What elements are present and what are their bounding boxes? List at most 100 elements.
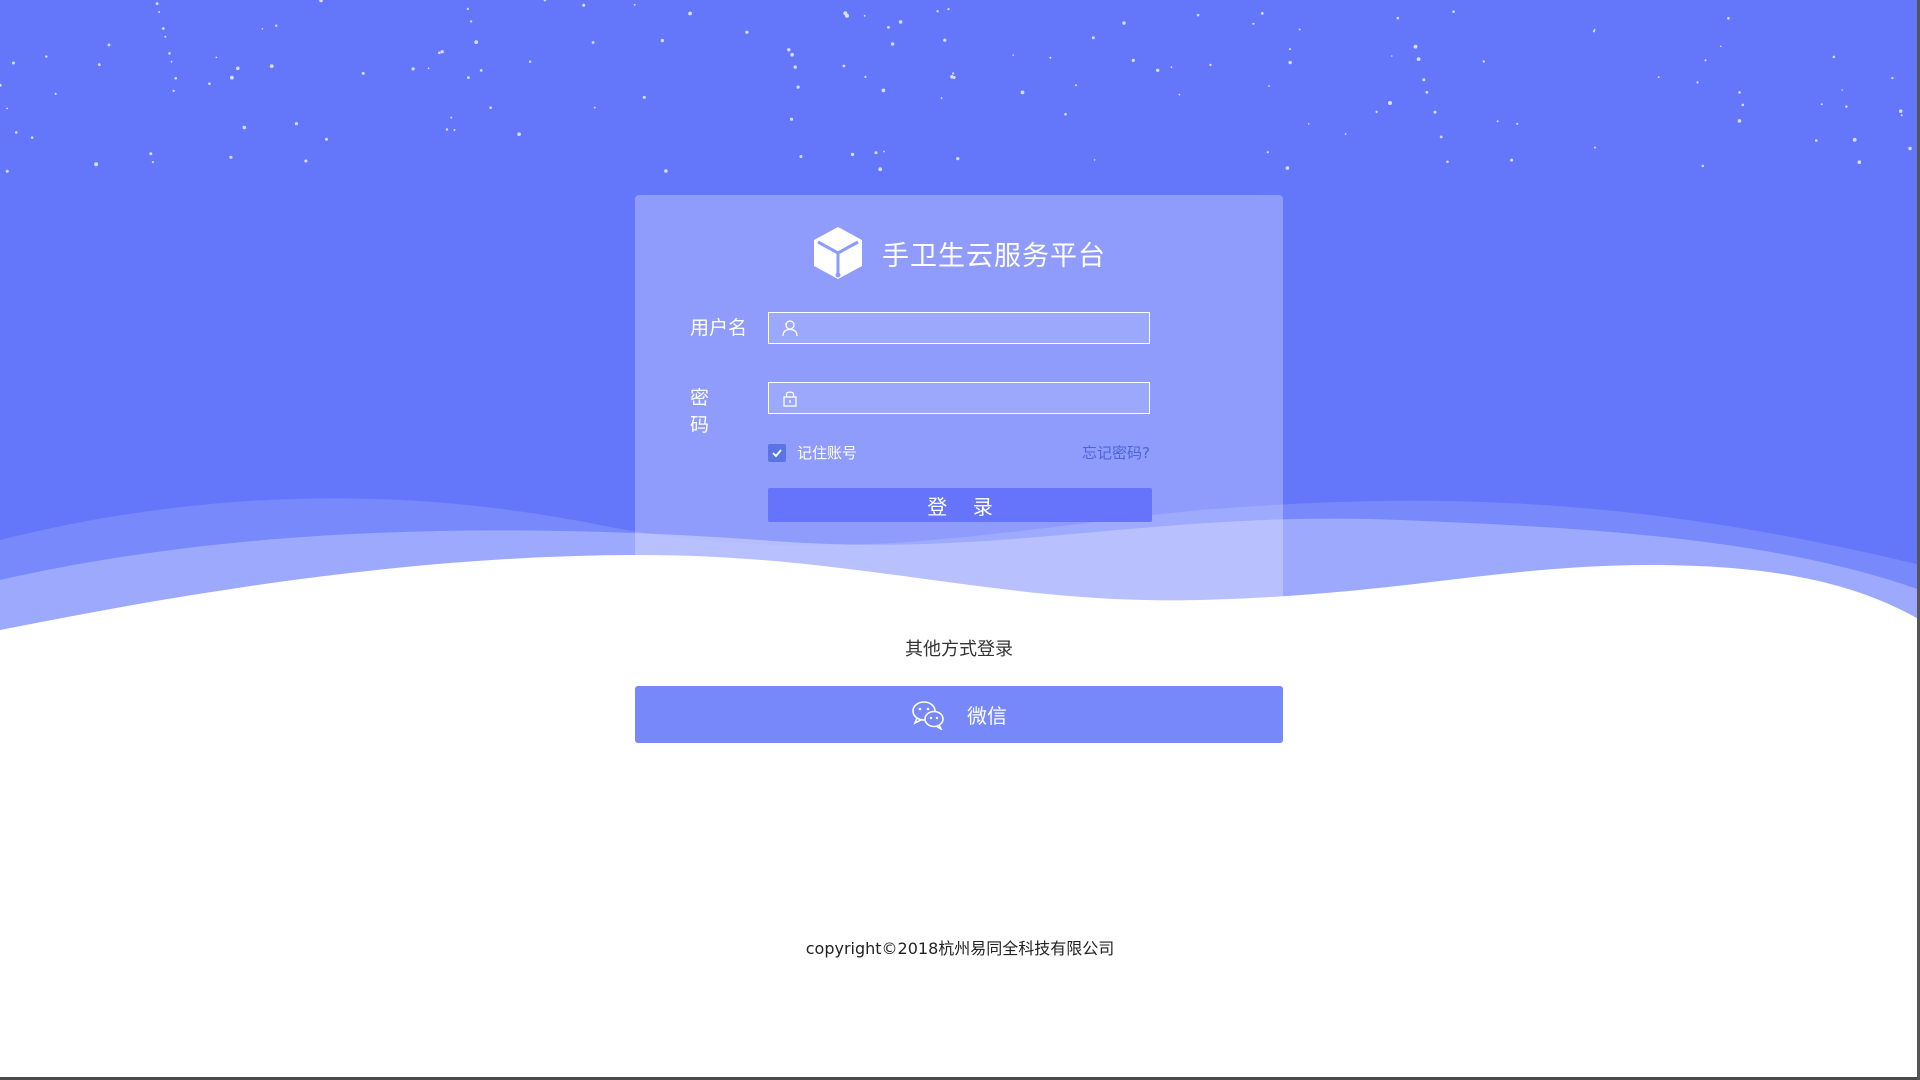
star-speck xyxy=(1285,166,1290,170)
star-speck xyxy=(172,89,175,92)
star-speck xyxy=(1288,60,1292,65)
star-speck xyxy=(107,43,111,47)
username-field[interactable] xyxy=(768,312,1150,344)
star-speck xyxy=(1307,123,1310,125)
star-speck xyxy=(361,71,365,75)
star-speck xyxy=(1196,13,1200,17)
star-speck xyxy=(261,28,264,30)
star-speck xyxy=(275,24,278,27)
star-speck xyxy=(1737,119,1742,123)
login-button[interactable]: 登 录 xyxy=(768,488,1152,522)
star-speck xyxy=(796,85,800,89)
star-speck xyxy=(1049,56,1052,59)
star-speck xyxy=(952,72,955,75)
star-speck xyxy=(54,92,57,95)
star-speck xyxy=(161,27,165,30)
star-speck xyxy=(229,155,233,159)
star-speck xyxy=(1093,159,1096,161)
star-speck xyxy=(1452,10,1455,13)
star-speck xyxy=(168,52,171,55)
remember-label[interactable]: 记住账号 xyxy=(797,442,857,463)
password-field[interactable] xyxy=(768,382,1150,414)
star-speck xyxy=(1446,160,1449,164)
star-speck xyxy=(947,8,950,11)
lock-icon xyxy=(783,391,797,407)
star-speck xyxy=(1131,58,1135,63)
star-speck xyxy=(956,157,960,161)
wechat-login-button[interactable]: 微信 xyxy=(635,686,1283,743)
star-speck xyxy=(887,26,890,29)
star-speck xyxy=(1416,57,1421,61)
star-speck xyxy=(1433,110,1437,114)
star-speck xyxy=(1852,137,1857,142)
star-speck xyxy=(411,67,415,71)
star-speck xyxy=(1720,45,1722,48)
star-speck xyxy=(479,69,483,72)
star-speck xyxy=(1091,36,1095,40)
star-speck xyxy=(936,10,939,13)
star-speck xyxy=(593,106,596,109)
star-speck xyxy=(1891,76,1894,80)
star-speck xyxy=(170,60,173,63)
star-speck xyxy=(269,64,274,68)
username-input[interactable] xyxy=(807,313,1149,343)
star-speck xyxy=(1482,60,1486,63)
star-speck xyxy=(1898,109,1903,113)
star-speck xyxy=(1260,12,1264,15)
star-speck xyxy=(642,95,646,99)
star-speck xyxy=(1832,55,1836,59)
star-speck xyxy=(1289,48,1291,51)
star-speck xyxy=(14,131,18,134)
star-speck xyxy=(890,42,895,46)
star-speck xyxy=(881,88,886,93)
star-speck xyxy=(1396,16,1400,20)
star-speck xyxy=(528,60,532,63)
forgot-password-link[interactable]: 忘记密码? xyxy=(1082,442,1150,463)
star-speck xyxy=(1510,158,1514,162)
remember-checkbox[interactable] xyxy=(768,443,786,462)
star-speck xyxy=(1388,101,1392,105)
star-speck xyxy=(467,76,470,79)
star-speck xyxy=(1268,85,1270,87)
star-speck xyxy=(158,11,161,13)
cube-icon xyxy=(814,227,862,279)
star-speck xyxy=(745,30,749,34)
star-speck xyxy=(155,2,159,6)
star-speck xyxy=(793,65,797,69)
star-speck xyxy=(438,51,441,55)
star-speck xyxy=(864,75,867,78)
other-login-title: 其他方式登录 xyxy=(905,639,1013,660)
login-page: 手卫生云服务平台 用户名 密 码 记住账号 忘记密码? 登 录 其他方式登录 微… xyxy=(0,0,1920,1080)
star-speck xyxy=(1425,90,1429,94)
star-speck xyxy=(1701,164,1705,168)
star-speck xyxy=(799,155,803,158)
star-speck xyxy=(164,35,167,38)
star-speck xyxy=(440,50,444,54)
star-speck xyxy=(1696,81,1699,84)
star-speck xyxy=(943,38,947,42)
star-speck xyxy=(1298,28,1301,31)
star-speck xyxy=(1516,122,1519,125)
star-speck xyxy=(952,76,956,79)
star-speck xyxy=(940,97,943,99)
star-speck xyxy=(1820,103,1823,106)
star-speck xyxy=(1908,146,1912,151)
star-speck xyxy=(427,67,430,70)
star-speck xyxy=(304,159,308,163)
copyright-text: copyright©2018杭州易同全科技有限公司 xyxy=(805,939,1115,958)
star-speck xyxy=(789,117,794,121)
username-label: 用户名 xyxy=(690,317,748,339)
user-icon xyxy=(782,320,798,337)
star-speck xyxy=(466,7,470,11)
star-speck xyxy=(1738,91,1741,94)
star-speck xyxy=(633,3,636,6)
star-speck xyxy=(30,136,34,139)
star-speck xyxy=(1657,76,1660,79)
star-speck xyxy=(1209,63,1212,67)
star-speck xyxy=(97,63,101,66)
password-input[interactable] xyxy=(807,383,1149,413)
star-speck xyxy=(325,137,328,141)
star-speck xyxy=(660,38,665,43)
star-speck xyxy=(1375,110,1378,113)
star-speck xyxy=(787,48,791,52)
